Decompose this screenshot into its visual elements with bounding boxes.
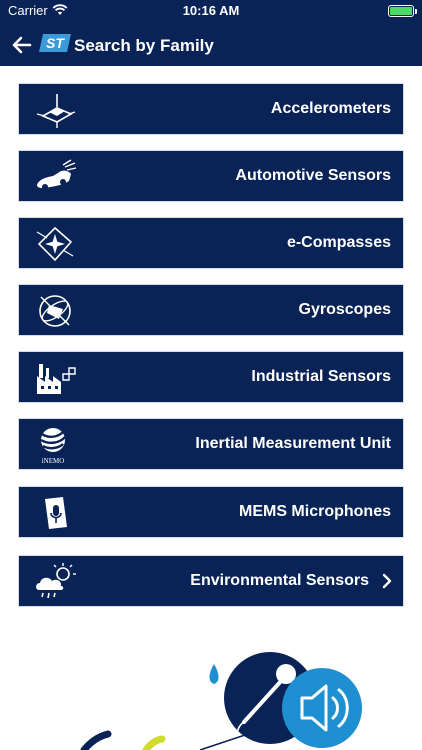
family-row-inertial-measurement-unit[interactable]: iNEMO Inertial Measurement Unit bbox=[18, 418, 404, 470]
compass-icon bbox=[36, 226, 74, 262]
family-row-mems-microphones[interactable]: MEMS Microphones bbox=[18, 486, 404, 538]
family-label: e-Compasses bbox=[286, 234, 391, 251]
family-label: Gyroscopes bbox=[298, 301, 391, 318]
water-drop-icon bbox=[209, 664, 219, 684]
back-arrow-icon[interactable] bbox=[10, 33, 34, 57]
accelerometer-icon bbox=[36, 94, 76, 128]
speaker-icon bbox=[282, 668, 362, 748]
family-row-e-compasses[interactable]: e-Compasses bbox=[18, 217, 404, 269]
st-logo-icon: ST bbox=[39, 34, 71, 52]
weather-icon bbox=[36, 563, 76, 599]
battery-icon bbox=[388, 5, 417, 17]
status-bar: Carrier 10:16 AM bbox=[0, 0, 422, 22]
family-label: Automotive Sensors bbox=[235, 167, 391, 184]
svg-text:ST: ST bbox=[46, 35, 65, 51]
family-row-environmental-sensors[interactable]: Environmental Sensors bbox=[18, 555, 404, 607]
clock: 10:16 AM bbox=[182, 3, 240, 18]
family-row-accelerometers[interactable]: Accelerometers bbox=[18, 83, 404, 135]
inemo-icon: iNEMO bbox=[40, 428, 66, 465]
chevron-right-icon bbox=[382, 573, 392, 589]
family-label: Environmental Sensors bbox=[190, 572, 369, 589]
gyroscope-icon bbox=[39, 295, 71, 327]
decorative-arc bbox=[80, 730, 112, 750]
microphone-icon bbox=[45, 497, 67, 529]
navigation-header: Carrier 10:16 AM ST Search by Family bbox=[0, 0, 422, 66]
family-label: Industrial Sensors bbox=[251, 368, 391, 385]
family-label: Inertial Measurement Unit bbox=[195, 435, 391, 452]
page-title: Search by Family bbox=[74, 36, 214, 55]
decorative-illustration bbox=[80, 652, 362, 750]
decorative-lime-arc bbox=[142, 735, 166, 750]
family-row-industrial-sensors[interactable]: Industrial Sensors bbox=[18, 351, 404, 403]
family-row-gyroscopes[interactable]: Gyroscopes bbox=[18, 284, 404, 336]
family-label: Accelerometers bbox=[270, 100, 391, 117]
family-row-automotive-sensors[interactable]: Automotive Sensors bbox=[18, 150, 404, 202]
inemo-caption: iNEMO bbox=[42, 457, 65, 465]
car-icon bbox=[37, 159, 77, 190]
family-label: MEMS Microphones bbox=[238, 503, 391, 520]
factory-icon bbox=[37, 364, 76, 394]
